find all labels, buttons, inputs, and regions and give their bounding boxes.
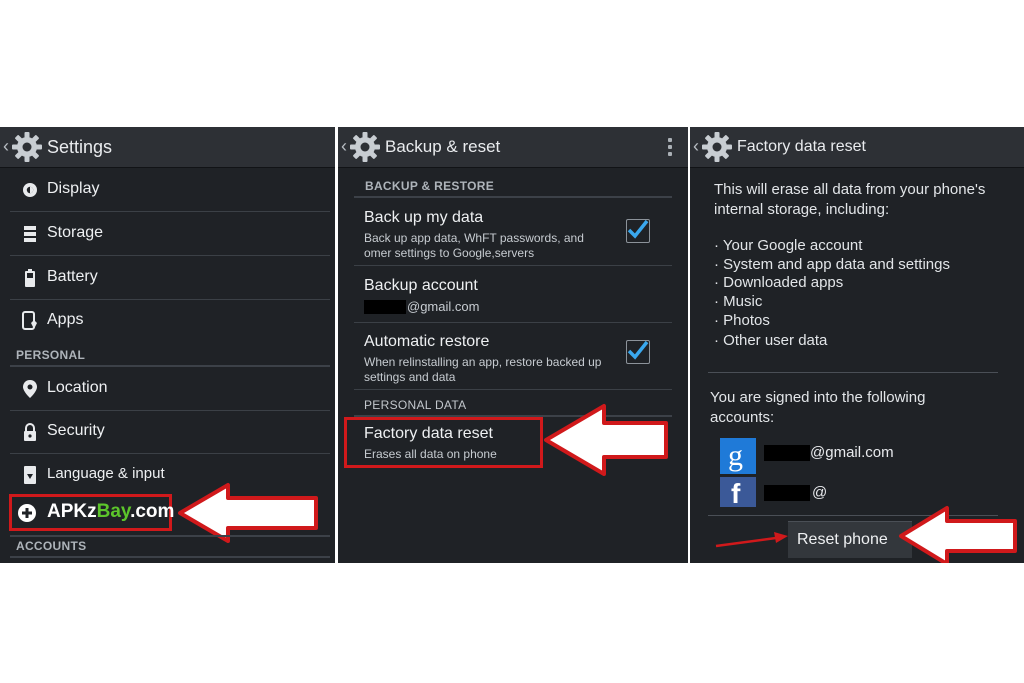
add-circle-icon (18, 504, 36, 522)
account-email: @gmail.com (810, 444, 894, 461)
row-title: Backup account (364, 277, 478, 294)
section-divider (10, 365, 330, 367)
brand-label-part2: Bay (96, 501, 131, 522)
location-pin-icon (23, 380, 37, 398)
pointer-arrow (899, 506, 1017, 563)
row-title: Factory data reset (364, 425, 493, 442)
checkmark-icon (627, 219, 649, 239)
back-chevron-icon[interactable]: ‹ (693, 137, 699, 155)
erase-list-item: · Music (714, 293, 763, 310)
google-icon: g (720, 438, 756, 474)
factory-reset-screen: ‹ Factory data reset This will erase all… (690, 127, 1024, 563)
signed-in-accounts-text: You are signed into the following accoun… (710, 389, 926, 426)
checkmark-icon (627, 340, 649, 360)
settings-screen: ‹ Settings Display Storage Battery Apps … (0, 127, 335, 563)
row-title: Back up my data (364, 209, 484, 226)
back-chevron-icon[interactable]: ‹ (3, 137, 9, 155)
facebook-icon: f (720, 477, 756, 509)
redacted-text (764, 445, 810, 461)
erase-list-item: · Your Google account (714, 237, 863, 254)
settings-gear-icon (702, 132, 732, 162)
brand-label[interactable]: APKzBay.com (47, 501, 174, 523)
settings-item-apps[interactable]: Apps (10, 300, 330, 342)
section-divider (708, 372, 998, 373)
section-header-backup-restore: BACKUP & RESTORE (365, 179, 495, 193)
section-divider (354, 196, 672, 198)
backup-action-bar: ‹ Backup & reset (338, 127, 688, 168)
overflow-menu-icon[interactable] (668, 138, 674, 159)
row-description: Back up app data, WhFT passwords, and om… (364, 231, 584, 260)
row-description: When relinstalling an app, restore backe… (364, 355, 602, 384)
page-title: Factory data reset (737, 138, 866, 155)
settings-item-display[interactable]: Display (10, 169, 330, 212)
storage-icon (24, 226, 36, 242)
section-header-accounts: ACCOUNTS (16, 539, 87, 553)
battery-icon (25, 269, 35, 287)
erase-list-item: · Photos (714, 312, 770, 329)
section-divider (10, 535, 330, 537)
settings-item-label: Location (47, 379, 108, 396)
brand-label-part1: APKz (47, 501, 97, 522)
reset-phone-button[interactable]: Reset phone (788, 521, 912, 558)
brightness-icon (23, 183, 37, 197)
settings-gear-icon (350, 132, 380, 162)
row-description: Erases all data on phone (364, 447, 497, 461)
erase-warning-text: This will erase all data from your phone… (714, 181, 986, 218)
redacted-text (764, 485, 810, 501)
backup-checkbox[interactable] (626, 219, 650, 243)
redacted-text (364, 300, 406, 314)
settings-item-label: Apps (47, 311, 84, 328)
settings-item-storage[interactable]: Storage (10, 213, 330, 256)
backup-account-row[interactable]: Backup account @gmail.com (354, 266, 672, 323)
back-chevron-icon[interactable]: ‹ (341, 137, 347, 155)
settings-item-location[interactable]: Location (10, 368, 330, 411)
pointer-arrow (544, 404, 668, 476)
settings-item-label: Battery (47, 268, 98, 285)
settings-item-label: Security (47, 422, 105, 439)
erase-list-item: · Downloaded apps (714, 274, 844, 291)
settings-gear-icon (12, 132, 42, 162)
settings-item-security[interactable]: Security (10, 411, 330, 454)
factory-action-bar: ‹ Factory data reset (690, 127, 1024, 168)
erase-list-item: · Other user data (714, 332, 828, 349)
auto-restore-checkbox[interactable] (626, 340, 650, 364)
factory-data-reset-row[interactable]: Factory data reset Erases all data on ph… (347, 420, 540, 465)
backup-reset-screen: ‹ Backup & reset BACKUP & RESTORE Back u… (338, 127, 688, 563)
lock-icon (24, 423, 36, 441)
keyboard-icon (24, 466, 36, 484)
automatic-restore-row[interactable]: Automatic restore When relinstalling an … (354, 323, 672, 390)
settings-item-label: Language & input (47, 465, 165, 482)
pointer-line-arrow (715, 532, 788, 548)
brand-label-part3: .com (130, 501, 175, 522)
page-title: Backup & reset (385, 137, 501, 156)
settings-action-bar: ‹ Settings (0, 127, 335, 168)
account-email: @ (812, 484, 828, 501)
page-title: Settings (47, 137, 113, 157)
settings-item-label: Display (47, 180, 100, 197)
row-title: Automatic restore (364, 333, 490, 350)
reset-phone-label: Reset phone (797, 531, 888, 548)
settings-item-label: Storage (47, 224, 104, 241)
section-divider (10, 556, 330, 558)
section-header-personal: PERSONAL (16, 348, 86, 362)
apps-icon (22, 311, 37, 330)
backup-my-data-row[interactable]: Back up my data Back up app data, WhFT p… (354, 199, 672, 266)
section-header-personal-data: PERSONAL DATA (364, 398, 467, 412)
erase-list-item: · System and app data and settings (714, 256, 950, 273)
backup-account-email: @gmail.com (407, 299, 480, 314)
settings-item-battery[interactable]: Battery (10, 257, 330, 300)
